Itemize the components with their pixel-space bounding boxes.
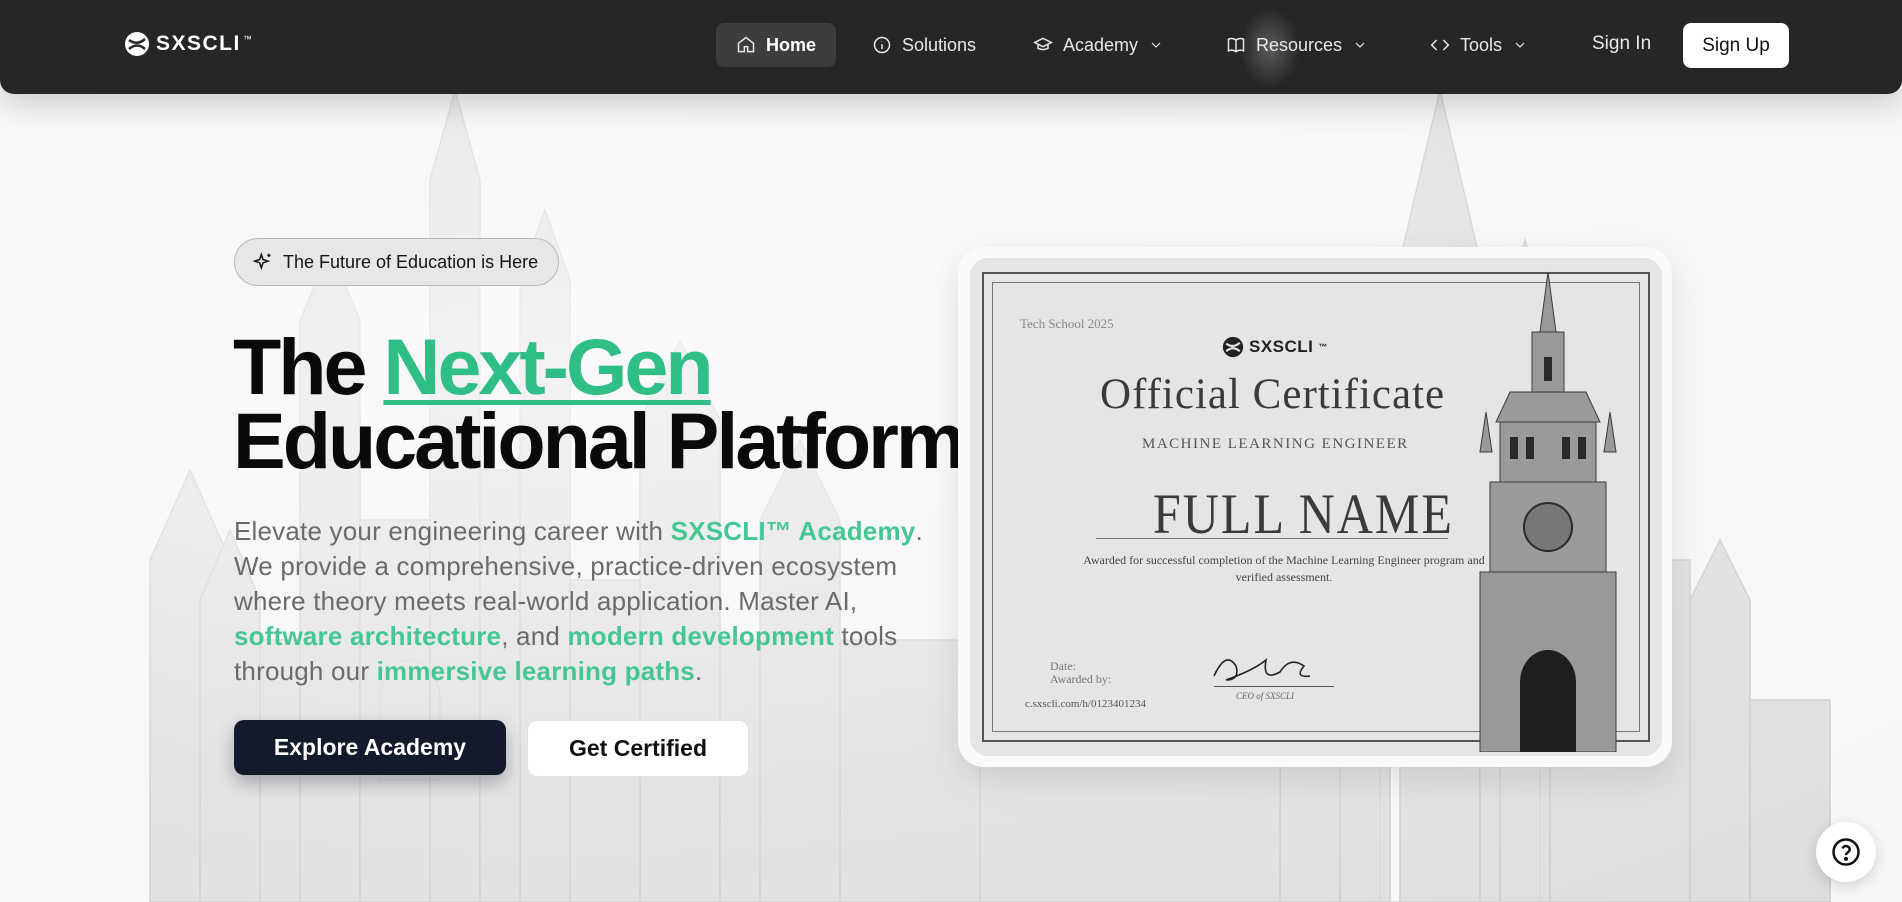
hero-badge: The Future of Education is Here <box>234 238 560 286</box>
lede-text: . <box>694 656 703 686</box>
certificate-logo: SXSCLI ™ <box>1222 336 1328 358</box>
lede-highlight-architecture: software architecture <box>234 621 502 651</box>
graduation-cap-icon <box>1033 37 1053 51</box>
question-circle-icon <box>1832 838 1860 866</box>
code-icon <box>1430 39 1450 51</box>
info-icon <box>873 36 891 54</box>
certificate-school: Tech School 2025 <box>1020 316 1114 331</box>
certificate-subtitle: MACHINE LEARNING ENGINEER <box>1142 436 1409 452</box>
lede-text: , and <box>501 621 568 651</box>
nav-solutions-label: Solutions <box>902 34 977 55</box>
name-underline <box>1096 538 1448 539</box>
nav-resources-label: Resources <box>1256 34 1343 55</box>
sxscli-logo-icon <box>125 32 149 56</box>
nav-home-label: Home <box>766 34 817 55</box>
hero-headline: The Next-Gen Educational Platform <box>233 327 966 480</box>
home-icon <box>737 36 755 53</box>
signature-line <box>1214 686 1334 687</box>
nav-academy[interactable]: Academy <box>1033 23 1164 67</box>
chevron-down-icon <box>1515 42 1525 48</box>
certificate-title: Official Certificate <box>1100 371 1446 418</box>
nav-home[interactable]: Home <box>716 23 837 67</box>
help-button[interactable] <box>1816 822 1876 882</box>
hero-badge-text: The Future of Education is Here <box>283 251 539 272</box>
headline-end: Educational Platform <box>233 396 966 485</box>
certificate-meta: Date: Awarded by: <box>1050 660 1111 686</box>
hero-description: Elevate your engineering career with SXS… <box>234 514 934 689</box>
certificate-recipient-name: FULL NAME <box>1153 481 1454 546</box>
lede-highlight-academy: SXSCLI™ Academy <box>670 516 916 546</box>
certificate-url: c.sxscli.com/h/0123401234 <box>1025 698 1146 710</box>
lede-text: Elevate your engineering career with <box>234 516 671 546</box>
chevron-down-icon <box>1151 42 1161 48</box>
certificate-description: Awarded for successful completion of the… <box>1083 553 1485 584</box>
nav-tools[interactable]: Tools <box>1430 23 1528 67</box>
get-certified-button[interactable]: Get Certified <box>527 720 749 777</box>
lede-highlight-paths: immersive learning paths <box>376 656 695 686</box>
awarded-by-label: Awarded by: <box>1050 672 1112 686</box>
cathedral-tower-illustration <box>1479 271 1617 752</box>
top-navbar: SXSCLI ™ Home Solutions Academy Resource… <box>0 0 1902 94</box>
brand-trademark: ™ <box>242 34 252 44</box>
explore-academy-button[interactable]: Explore Academy <box>234 720 506 775</box>
nav-academy-label: Academy <box>1063 34 1139 55</box>
sign-in-link[interactable]: Sign In <box>1592 33 1651 55</box>
certificate-brand-tm: ™ <box>1318 342 1328 352</box>
sparkles-icon <box>253 252 271 271</box>
sxscli-logo-icon <box>1222 336 1244 358</box>
nav-tools-label: Tools <box>1460 34 1503 55</box>
signature-image <box>1213 657 1311 681</box>
nav-resources[interactable]: Resources <box>1226 23 1368 67</box>
sign-up-button[interactable]: Sign Up <box>1683 23 1789 68</box>
brand-name: SXSCLI <box>156 32 241 55</box>
certificate-brand: SXSCLI <box>1249 337 1314 356</box>
nav-solutions[interactable]: Solutions <box>872 23 976 67</box>
lede-highlight-development: modern development <box>567 621 834 651</box>
brand-logo[interactable]: SXSCLI ™ <box>124 31 252 57</box>
signer-role: CEO of SXSCLI <box>1236 691 1295 701</box>
certificate-preview: Tech School 2025 SXSCLI ™ Official Certif… <box>970 258 1662 756</box>
book-icon <box>1227 37 1245 53</box>
chevron-down-icon <box>1355 42 1365 48</box>
